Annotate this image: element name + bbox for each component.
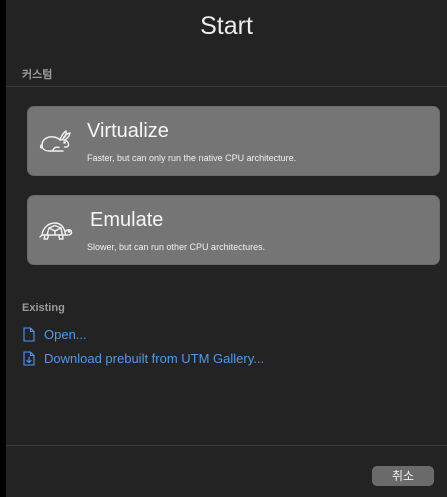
footer-divider xyxy=(6,445,447,446)
section-label-custom: 커스텀 xyxy=(22,69,53,81)
cancel-button[interactable]: 취소 xyxy=(372,466,434,486)
document-icon xyxy=(23,327,35,342)
emulate-option-button[interactable]: Emulate Slower, but can run other CPU ar… xyxy=(27,195,440,265)
page-title: Start xyxy=(200,12,253,40)
emulate-title: Emulate xyxy=(90,209,164,231)
divider xyxy=(6,86,447,87)
emulate-description: Slower, but can run other CPU architectu… xyxy=(87,242,266,252)
open-link-label: Open... xyxy=(44,327,87,342)
virtualize-description: Faster, but can only run the native CPU … xyxy=(87,153,297,163)
virtualize-option-button[interactable]: Virtualize Faster, but can only run the … xyxy=(27,106,440,176)
section-label-existing: Existing xyxy=(22,302,65,314)
document-download-icon xyxy=(23,351,35,366)
turtle-icon xyxy=(39,222,73,240)
download-gallery-label: Download prebuilt from UTM Gallery... xyxy=(44,351,265,366)
virtualize-title: Virtualize xyxy=(87,120,169,142)
start-window: Start 커스텀 Virtualize Faster, but can onl… xyxy=(6,0,447,497)
rabbit-icon xyxy=(39,130,71,152)
